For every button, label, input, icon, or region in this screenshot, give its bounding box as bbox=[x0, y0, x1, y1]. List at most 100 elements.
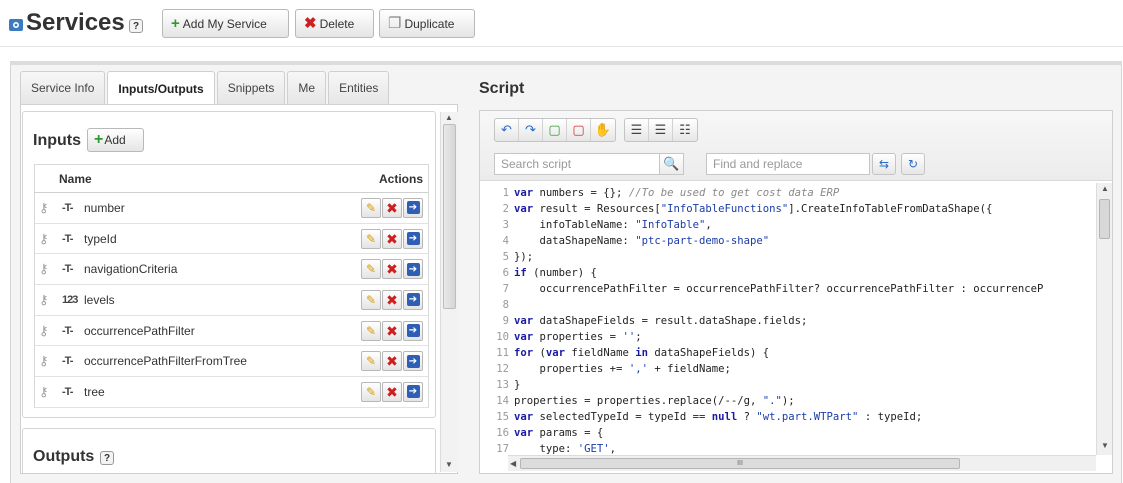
editor-scroll-up-icon[interactable]: ▲ bbox=[1101, 184, 1109, 193]
add-my-service-button[interactable]: + Add My Service bbox=[162, 9, 289, 38]
grid-header: Name Actions bbox=[34, 164, 429, 193]
editor-hscroll-thumb[interactable]: III bbox=[520, 458, 960, 469]
code-line: 17 type: 'GET', bbox=[492, 441, 1096, 455]
type-icon: 123 bbox=[62, 293, 78, 306]
add-my-service-label: Add My Service bbox=[182, 16, 267, 31]
key-icon: ⚷ bbox=[39, 261, 49, 277]
table-row[interactable]: ⚷ -T-occurrencePathFilter ✎ ✖ ➔ bbox=[34, 315, 429, 347]
left-scrollbar[interactable]: ▲ ▼ bbox=[440, 112, 458, 472]
table-row[interactable]: ⚷ -T-occurrencePathFilterFromTree ✎ ✖ ➔ bbox=[34, 346, 429, 378]
outdent-icon[interactable]: ☰ bbox=[649, 119, 673, 141]
redo-icon[interactable]: ↷ bbox=[519, 119, 543, 141]
delete-x-icon[interactable]: ✖ bbox=[382, 289, 402, 310]
search-icon[interactable]: 🔍 bbox=[659, 154, 683, 174]
key-icon: ⚷ bbox=[39, 230, 49, 246]
find-replace-box bbox=[706, 153, 870, 175]
duplicate-button[interactable]: ❐ Duplicate bbox=[379, 9, 475, 38]
row-actions: ✎ ✖ ➔ bbox=[360, 289, 423, 310]
code-text: properties = properties.replace(/--/g, "… bbox=[514, 395, 795, 407]
code-text: var result = Resources["InfoTableFunctio… bbox=[514, 203, 993, 215]
editor-horizontal-scrollbar[interactable]: ◀ III bbox=[508, 455, 1096, 471]
delete-x-icon[interactable]: ✖ bbox=[382, 228, 402, 249]
edit-pencil-icon[interactable]: ✎ bbox=[361, 228, 381, 249]
find-replace-icon[interactable]: ⇆ bbox=[872, 153, 896, 175]
find-replace-input[interactable] bbox=[707, 155, 870, 173]
format-toolbar-group: ☰ ☰ ☷ bbox=[624, 118, 698, 142]
row-actions: ✎ ✖ ➔ bbox=[360, 228, 423, 249]
input-name: occurrencePathFilter bbox=[84, 323, 195, 338]
code-line: 10 var properties = ''; bbox=[492, 329, 1096, 345]
editor-scroll-down-icon[interactable]: ▼ bbox=[1101, 441, 1109, 450]
delete-x-icon[interactable]: ✖ bbox=[382, 197, 402, 218]
table-row[interactable]: ⚷ -T-navigationCriteria ✎ ✖ ➔ bbox=[34, 254, 429, 286]
code-text: dataShapeName: "ptc-part-demo-shape" bbox=[514, 235, 770, 247]
edit-toolbar-group: ↶ ↷ ▢ ▢ ✋ bbox=[494, 118, 616, 142]
table-row[interactable]: ⚷ -T-tree ✎ ✖ ➔ bbox=[34, 377, 429, 408]
inputs-section: Inputs + Add Name Actions ⚷ -T-number ✎ ✖ ➔ ⚷… bbox=[22, 111, 436, 418]
type-icon: -T- bbox=[62, 263, 73, 276]
frame-top-bar bbox=[10, 61, 1122, 65]
editor-vscroll-thumb[interactable] bbox=[1099, 199, 1110, 239]
left-scroll-thumb[interactable] bbox=[443, 124, 456, 309]
add-input-button[interactable]: + Add bbox=[87, 128, 144, 152]
delete-button[interactable]: ✖ Delete bbox=[295, 9, 374, 38]
tab-entities[interactable]: Entities bbox=[328, 71, 390, 104]
code-text: occurrencePathFilter = occurrencePathFil… bbox=[514, 283, 1044, 295]
undo-icon[interactable]: ↶ bbox=[495, 119, 519, 141]
refresh-icon[interactable]: ↻ bbox=[901, 153, 925, 175]
navigate-arrow-icon[interactable]: ➔ bbox=[403, 228, 423, 249]
hand-icon[interactable]: ✋ bbox=[591, 119, 615, 141]
tab-me[interactable]: Me bbox=[287, 71, 327, 104]
tab-service-info[interactable]: Service Info bbox=[20, 71, 106, 104]
key-icon: ⚷ bbox=[39, 199, 49, 215]
line-number: 2 bbox=[502, 203, 509, 215]
script-toolbar: ↶ ↷ ▢ ▢ ✋ ☰ ☰ ☷ 🔍 ⇆ ↻ bbox=[480, 111, 1112, 181]
edit-pencil-icon[interactable]: ✎ bbox=[361, 197, 381, 218]
code-line: 12 properties += ',' + fieldName; bbox=[492, 361, 1096, 377]
edit-pencil-icon[interactable]: ✎ bbox=[361, 320, 381, 341]
search-script-input[interactable] bbox=[495, 155, 659, 173]
plus-icon: + bbox=[94, 131, 104, 148]
table-row[interactable]: ⚷ -T-number ✎ ✖ ➔ bbox=[34, 193, 429, 224]
scroll-up-icon[interactable]: ▲ bbox=[445, 113, 453, 122]
input-name: number bbox=[84, 200, 125, 215]
navigate-arrow-icon[interactable]: ➔ bbox=[403, 320, 423, 341]
code-line: 2 var result = Resources["InfoTableFuncti… bbox=[492, 201, 1096, 217]
navigate-arrow-icon[interactable]: ➔ bbox=[403, 259, 423, 280]
outputs-help-icon[interactable]: ? bbox=[100, 451, 114, 465]
code-line: 8 bbox=[492, 297, 1096, 313]
editor-scroll-left-icon[interactable]: ◀ bbox=[510, 459, 516, 468]
line-number: 6 bbox=[502, 267, 509, 279]
tab-inputs-outputs[interactable]: Inputs/Outputs bbox=[107, 71, 215, 105]
indent-icon[interactable]: ☰ bbox=[625, 119, 649, 141]
tab-snippets[interactable]: Snippets bbox=[216, 71, 286, 104]
edit-pencil-icon[interactable]: ✎ bbox=[361, 289, 381, 310]
delete-x-icon[interactable]: ✖ bbox=[382, 259, 402, 280]
code-editor[interactable]: 1 var numbers = {}; //To be used to get c… bbox=[492, 185, 1096, 455]
type-icon: -T- bbox=[62, 232, 73, 245]
editor-vertical-scrollbar[interactable]: ▲ ▼ bbox=[1096, 183, 1112, 455]
table-row[interactable]: ⚷ 123 levels ✎ ✖ ➔ bbox=[34, 285, 429, 316]
code-line: 16 var params = { bbox=[492, 425, 1096, 441]
format-icon[interactable]: ☷ bbox=[673, 119, 697, 141]
edit-pencil-icon[interactable]: ✎ bbox=[361, 351, 381, 372]
delete-x-icon[interactable]: ✖ bbox=[382, 351, 402, 372]
navigate-arrow-icon[interactable]: ➔ bbox=[403, 381, 423, 402]
add-comment-icon[interactable]: ▢ bbox=[543, 119, 567, 141]
table-row[interactable]: ⚷ -T-typeId ✎ ✖ ➔ bbox=[34, 223, 429, 255]
navigate-arrow-icon[interactable]: ➔ bbox=[403, 289, 423, 310]
edit-pencil-icon[interactable]: ✎ bbox=[361, 381, 381, 402]
type-icon: -T- bbox=[62, 201, 73, 214]
navigate-arrow-icon[interactable]: ➔ bbox=[403, 197, 423, 218]
delete-x-icon[interactable]: ✖ bbox=[382, 381, 402, 402]
navigate-arrow-icon[interactable]: ➔ bbox=[403, 351, 423, 372]
help-icon[interactable]: ? bbox=[129, 19, 143, 33]
line-number: 1 bbox=[502, 187, 509, 199]
add-input-label: Add bbox=[104, 133, 126, 147]
type-icon: -T- bbox=[62, 355, 73, 368]
code-text: var numbers = {}; //To be used to get co… bbox=[514, 187, 840, 199]
scroll-down-icon[interactable]: ▼ bbox=[445, 460, 453, 469]
delete-x-icon[interactable]: ✖ bbox=[382, 320, 402, 341]
edit-pencil-icon[interactable]: ✎ bbox=[361, 259, 381, 280]
remove-comment-icon[interactable]: ▢ bbox=[567, 119, 591, 141]
